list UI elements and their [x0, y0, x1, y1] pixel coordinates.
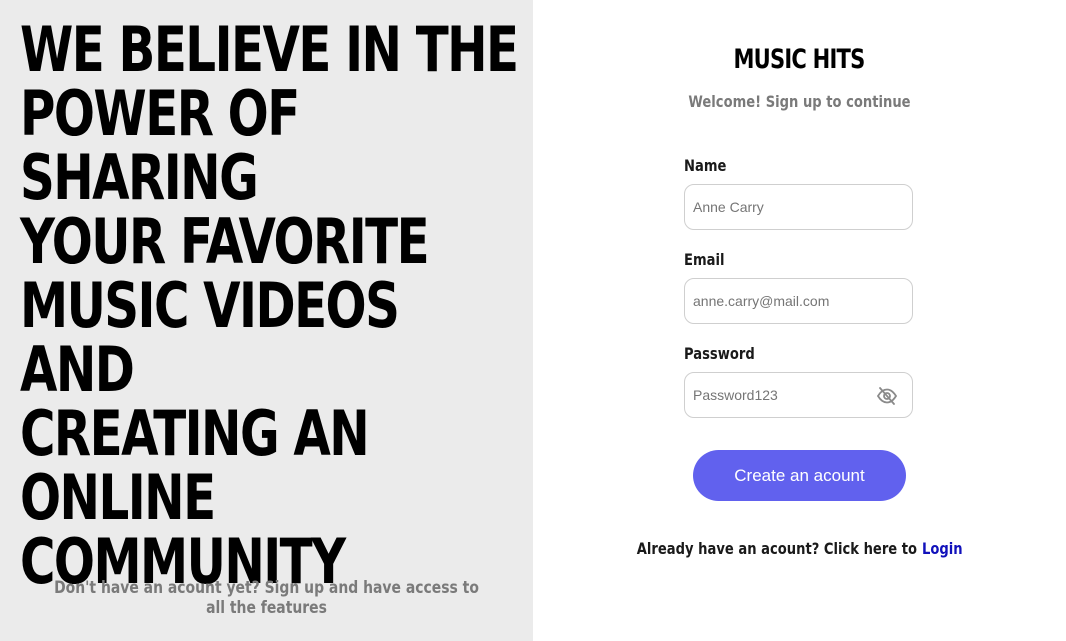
name-label: Name	[684, 156, 727, 175]
login-prompt: Already have an acount? Click here to Log…	[533, 539, 1066, 558]
left-footer-note: Don't have an acount yet? Sign up and ha…	[0, 578, 533, 618]
signup-page: WE BELIEVE IN THE POWER OF SHARING YOUR …	[0, 0, 1066, 641]
brand-title-text: MUSIC HITS	[733, 44, 866, 75]
welcome-subtitle: Welcome! Sign up to continue	[533, 92, 1066, 111]
signup-panel: MUSIC HITS Welcome! Sign up to continue …	[533, 0, 1066, 641]
hero-heading: WE BELIEVE IN THE POWER OF SHARING YOUR …	[20, 18, 519, 594]
email-label: Email	[684, 250, 725, 269]
password-field	[684, 372, 913, 418]
eye-off-icon[interactable]	[876, 386, 898, 406]
hero-line: CREATING AN ONLINE	[20, 397, 370, 534]
email-input[interactable]	[685, 279, 873, 323]
welcome-subtitle-text: Welcome! Sign up to continue	[688, 92, 911, 111]
login-link[interactable]: Login	[922, 539, 963, 558]
hero-line: YOUR FAVORITE	[20, 205, 430, 278]
login-prompt-text: Already have an acount? Click here to	[636, 539, 917, 558]
left-footer-text: Don't have an acount yet? Sign up and ha…	[54, 578, 479, 618]
create-account-button[interactable]: Create an acount	[693, 450, 906, 501]
password-input[interactable]	[685, 373, 873, 417]
name-input[interactable]	[685, 185, 873, 229]
hero-line: MUSIC VIDEOS AND	[20, 269, 400, 406]
hero-panel: WE BELIEVE IN THE POWER OF SHARING YOUR …	[0, 0, 533, 641]
brand-title: MUSIC HITS	[533, 44, 1066, 75]
hero-line: POWER OF SHARING	[20, 77, 300, 214]
name-field	[684, 184, 913, 230]
email-field	[684, 278, 913, 324]
password-label: Password	[684, 344, 755, 363]
hero-line: WE BELIEVE IN THE	[20, 13, 519, 86]
